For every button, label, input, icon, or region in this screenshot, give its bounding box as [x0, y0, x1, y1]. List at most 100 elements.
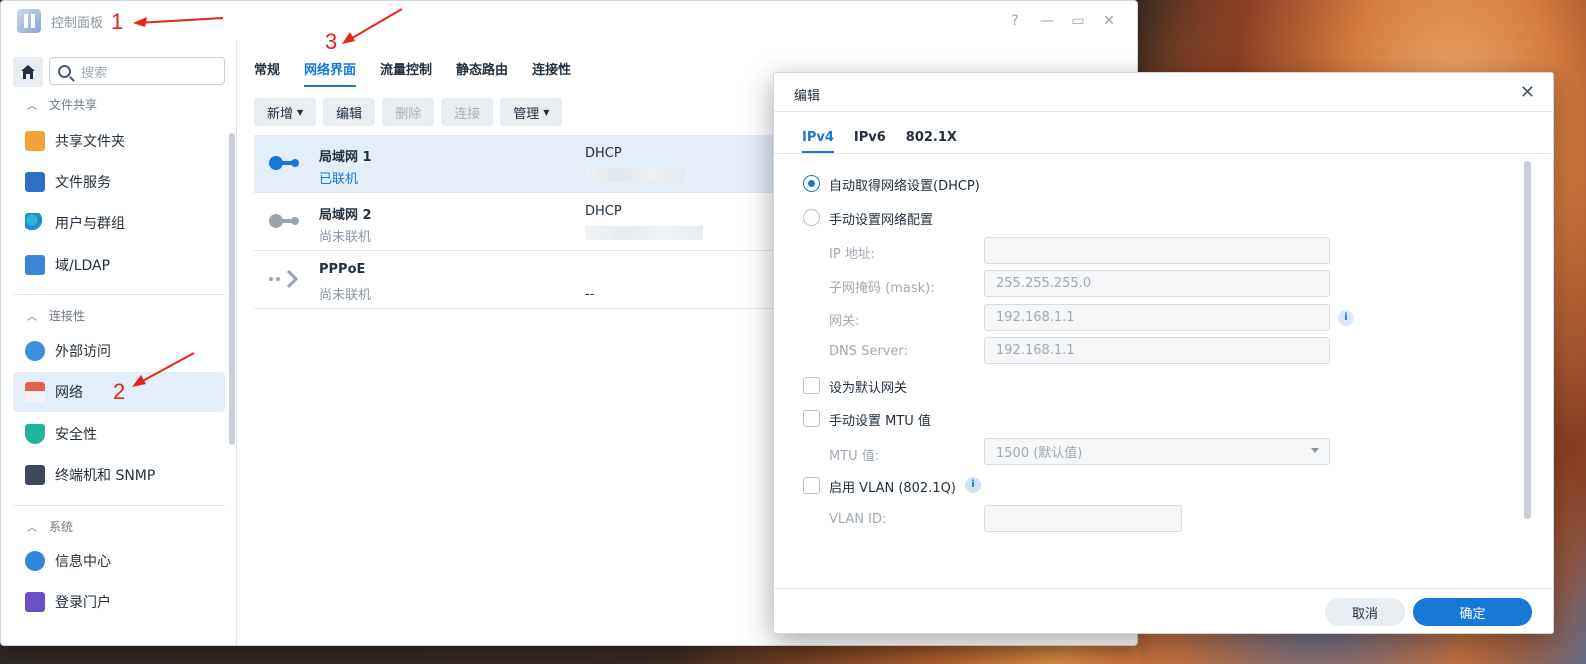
- cancel-button[interactable]: 取消: [1325, 598, 1405, 626]
- users-icon: [25, 213, 45, 233]
- network-icon: [25, 382, 45, 402]
- section-system[interactable]: ︿ 系统: [27, 518, 73, 535]
- info-icon[interactable]: i: [965, 477, 981, 493]
- close-icon[interactable]: ✕: [1520, 82, 1535, 103]
- lan-connected-icon: [269, 156, 299, 170]
- delete-button[interactable]: 删除: [382, 98, 435, 126]
- section-label: 文件共享: [49, 98, 98, 112]
- sidebar-item-security[interactable]: 安全性: [13, 414, 225, 454]
- manual-mtu-label: 手动设置 MTU 值: [829, 414, 931, 429]
- tab-general[interactable]: 常规: [254, 53, 280, 84]
- section-connectivity[interactable]: ︿ 连接性: [27, 307, 85, 324]
- interface-name: 局域网 2: [319, 208, 372, 223]
- sidebar-item-label: 网络: [55, 385, 83, 401]
- mask-label: 子网掩码 (mask):: [829, 281, 935, 296]
- close-button[interactable]: ✕: [1100, 13, 1118, 29]
- sidebar-item-login-portal[interactable]: 登录门户: [13, 582, 225, 622]
- gateway-field[interactable]: 192.168.1.1: [984, 304, 1330, 331]
- dropdown-arrow-icon: [1311, 448, 1319, 453]
- dns-server-field[interactable]: 192.168.1.1: [984, 337, 1330, 364]
- sidebar-item-label: 终端机和 SNMP: [55, 468, 156, 484]
- sidebar-item-info-center[interactable]: 信息中心: [13, 541, 225, 581]
- annotation-number: 2: [113, 379, 126, 404]
- home-icon: [21, 65, 35, 79]
- help-button[interactable]: ?: [1006, 13, 1024, 29]
- sidebar-item-terminal[interactable]: 终端机和 SNMP: [13, 455, 225, 495]
- subnet-mask-field[interactable]: 255.255.255.0: [984, 270, 1330, 297]
- auto-dhcp-label: 自动取得网络设置(DHCP): [829, 179, 980, 194]
- dialog-title: 编辑: [794, 89, 821, 104]
- default-gateway-checkbox[interactable]: [803, 377, 820, 394]
- edit-dialog: 编辑 ✕ IPv4 IPv6 802.1X 自动取得网络设置(DHCP) 手动设…: [773, 72, 1554, 634]
- ok-button[interactable]: 确定: [1413, 598, 1532, 626]
- gateway-label: 网关:: [829, 314, 860, 329]
- caret-down-icon: ▼: [543, 107, 550, 117]
- tab-8021x[interactable]: 802.1X: [906, 130, 957, 151]
- file-services-icon: [25, 172, 45, 192]
- add-label: 新增: [267, 106, 294, 122]
- maximize-button[interactable]: ▭: [1069, 13, 1087, 29]
- sidebar-item-users[interactable]: 用户与群组: [13, 203, 225, 243]
- vlan-checkbox[interactable]: [803, 477, 820, 494]
- control-panel-icon: [17, 9, 41, 33]
- search-icon: [58, 64, 71, 78]
- sidebar-item-ldap[interactable]: 域/LDAP: [13, 245, 225, 285]
- edit-button[interactable]: 编辑: [323, 98, 376, 126]
- chevron-up-icon: ︿: [27, 523, 37, 534]
- sidebar-item-label: 登录门户: [55, 595, 111, 611]
- ldap-icon: [25, 255, 45, 275]
- annotation-arrow: [132, 352, 195, 387]
- interface-status: 尚未联机: [319, 230, 372, 245]
- lan-disconnected-icon: [269, 214, 299, 228]
- tab-ipv4[interactable]: IPv4: [802, 130, 834, 153]
- default-gateway-label: 设为默认网关: [829, 381, 908, 396]
- sidebar-item-label: 文件服务: [55, 175, 111, 191]
- info-icon[interactable]: i: [1338, 310, 1354, 326]
- radio-auto-dhcp[interactable]: [803, 175, 820, 192]
- ip-label: IP 地址:: [829, 247, 876, 262]
- manage-label: 管理: [513, 106, 540, 122]
- caret-down-icon: ▼: [297, 107, 304, 117]
- sidebar-item-label: 用户与群组: [55, 216, 125, 232]
- home-button[interactable]: [13, 57, 43, 87]
- sidebar-item-label: 域/LDAP: [55, 258, 111, 274]
- manage-button[interactable]: 管理 ▼: [500, 98, 563, 126]
- search-input[interactable]: 搜索: [49, 57, 225, 85]
- sidebar-scrollbar[interactable]: [229, 133, 235, 445]
- radio-manual[interactable]: [803, 209, 820, 226]
- interface-name: PPPoE: [319, 262, 366, 277]
- ip-address-field[interactable]: [984, 237, 1330, 264]
- sidebar-item-file-services[interactable]: 文件服务: [13, 162, 225, 202]
- search-placeholder: 搜索: [81, 65, 108, 81]
- section-file-sharing[interactable]: ︿ 文件共享: [27, 96, 97, 113]
- interface-name: 局域网 1: [319, 150, 372, 165]
- dns-label: DNS Server:: [829, 344, 908, 359]
- tab-bar: 常规 网络界面 流量控制 静态路由 连接性: [254, 53, 595, 87]
- blurred-ip: [585, 226, 703, 240]
- divider: [774, 111, 1553, 112]
- divider: [774, 153, 1553, 154]
- blurred-ip: [585, 168, 685, 182]
- tab-network-interface[interactable]: 网络界面: [304, 53, 357, 87]
- sidebar-item-label: 信息中心: [55, 554, 111, 570]
- annotation-number: 1: [111, 9, 124, 34]
- external-access-icon: [25, 341, 45, 361]
- connect-button[interactable]: 连接: [441, 98, 494, 126]
- add-button[interactable]: 新增 ▼: [254, 98, 317, 126]
- minimize-button[interactable]: —: [1038, 13, 1056, 29]
- section-label: 系统: [49, 520, 74, 534]
- vlan-id-field[interactable]: [984, 505, 1182, 532]
- sidebar-item-shared-folder[interactable]: 共享文件夹: [13, 121, 225, 161]
- folder-icon: [25, 131, 45, 151]
- tab-traffic-control[interactable]: 流量控制: [380, 53, 432, 84]
- tab-static-route[interactable]: 静态路由: [456, 53, 508, 84]
- chevron-up-icon: ︿: [27, 101, 37, 112]
- dialog-scrollbar[interactable]: [1524, 161, 1531, 519]
- mtu-select[interactable]: 1500 (默认值): [984, 438, 1330, 465]
- tab-connectivity[interactable]: 连接性: [532, 53, 571, 84]
- manual-mtu-checkbox[interactable]: [803, 410, 820, 427]
- tab-ipv6[interactable]: IPv6: [854, 130, 886, 151]
- manual-label: 手动设置网络配置: [829, 213, 934, 228]
- annotation-number: 3: [325, 29, 338, 54]
- sidebar-item-label: 安全性: [55, 427, 97, 443]
